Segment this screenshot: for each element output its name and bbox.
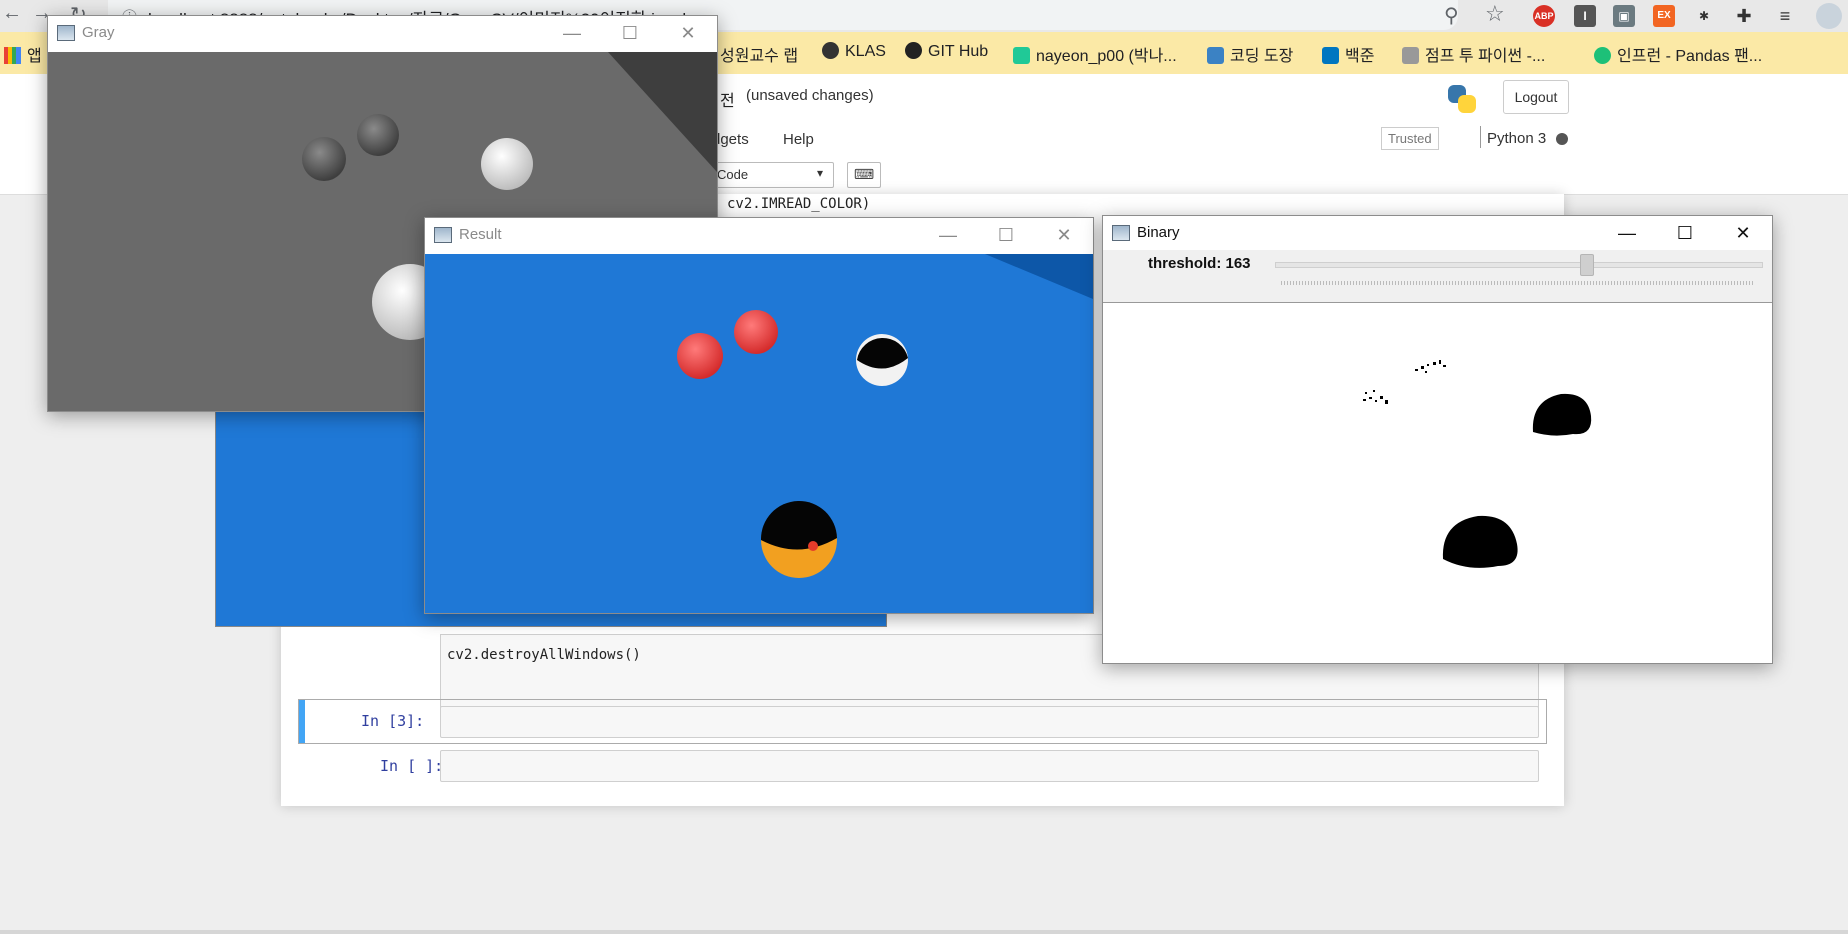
python-logo-icon	[1446, 83, 1478, 115]
trackbar-label: threshold: 163	[1148, 255, 1251, 272]
bookmark-velog[interactable]: nayeon_p00 (박나...	[1013, 42, 1177, 66]
minimize-icon[interactable]: —	[1598, 216, 1656, 250]
extension-ex-icon[interactable]: EX	[1653, 5, 1675, 27]
binary-image	[1103, 304, 1772, 663]
bookmark-klas[interactable]: KLAS	[822, 42, 886, 61]
notebook-title[interactable]: 전	[720, 87, 735, 111]
dojang-icon	[1207, 47, 1224, 64]
trackbar-panel: threshold: 163	[1103, 250, 1772, 303]
close-icon[interactable]: ✕	[1714, 216, 1772, 250]
code-bracket-icon	[1322, 47, 1339, 64]
bookmark-label: KLAS	[845, 43, 886, 60]
close-icon[interactable]: ✕	[659, 16, 717, 50]
github-icon	[905, 42, 922, 59]
bookmark-label: 인프런 - Pandas 팬...	[1617, 48, 1763, 65]
window-title: Gray	[82, 24, 115, 41]
cell-focus-bar	[299, 700, 305, 743]
bookmark-label: 성원교수 랩	[720, 48, 799, 65]
bookmark-github[interactable]: GIT Hub	[905, 42, 988, 61]
bookmark-label: 코딩 도장	[1230, 48, 1294, 65]
kernel-status-icon	[1556, 133, 1568, 145]
bottom-edge	[0, 930, 1848, 934]
reading-list-icon[interactable]: ≡	[1774, 5, 1796, 27]
minimize-icon[interactable]: —	[543, 16, 601, 50]
trackbar-groove[interactable]	[1275, 262, 1763, 268]
cell-type-select[interactable]: Code ▾	[712, 162, 834, 188]
code-cell-input[interactable]	[440, 706, 1539, 738]
code-line: cv2.IMREAD_COLOR)	[727, 196, 871, 212]
cell-prompt: In [3]:	[361, 712, 425, 730]
minimize-icon[interactable]: —	[919, 218, 977, 252]
bookmark-label: GIT Hub	[928, 43, 989, 60]
extension-image-icon[interactable]: ▣	[1613, 5, 1635, 27]
bookmark-baekjoon[interactable]: 백준	[1322, 42, 1374, 66]
kernel-divider	[1480, 126, 1481, 148]
trackbar-ticks	[1281, 281, 1755, 285]
bookmark-wikidocs[interactable]: 점프 투 파이썬 -...	[1402, 42, 1545, 66]
bookmark-label: 점프 투 파이썬 -...	[1425, 48, 1546, 65]
adblock-icon[interactable]: ABP	[1533, 5, 1555, 27]
result-window[interactable]: Result — ☐ ✕	[424, 217, 1094, 614]
code-line: cv2.destroyAllWindows()	[447, 647, 641, 663]
bookmark-lab[interactable]: 성원교수 랩	[720, 42, 798, 66]
window-app-icon	[57, 25, 75, 41]
window-app-icon	[1112, 225, 1130, 241]
maximize-icon[interactable]: ☐	[601, 16, 659, 50]
window-title: Binary	[1137, 224, 1180, 241]
logout-button[interactable]: Logout	[1503, 80, 1569, 114]
ball-shape	[302, 137, 346, 181]
inflearn-icon	[1594, 47, 1611, 64]
window-app-icon	[434, 227, 452, 243]
window-titlebar[interactable]: Binary — ☐ ✕	[1103, 216, 1772, 250]
extension-i-icon[interactable]: I	[1574, 5, 1596, 27]
ball-shape	[481, 138, 533, 190]
maximize-icon[interactable]: ☐	[1656, 216, 1714, 250]
result-image	[425, 254, 1093, 613]
bookmark-codingdojang[interactable]: 코딩 도장	[1207, 42, 1293, 66]
star-icon[interactable]: ☆	[1485, 1, 1505, 27]
extension-paw-icon[interactable]: ✱	[1693, 5, 1715, 27]
keyboard-icon[interactable]: ⌨	[847, 162, 881, 188]
apps-grid-icon	[4, 47, 21, 64]
wikidocs-icon	[1402, 47, 1419, 64]
chevron-down-icon: ▾	[817, 166, 824, 180]
profile-avatar[interactable]	[1816, 3, 1842, 29]
kernel-name: Python 3	[1487, 130, 1547, 147]
bookmark-label: 백준	[1345, 48, 1375, 65]
window-titlebar[interactable]: Gray — ☐ ✕	[48, 16, 717, 50]
close-icon[interactable]: ✕	[1035, 218, 1093, 252]
ball-shape	[357, 114, 399, 156]
bookmark-inflearn[interactable]: 인프런 - Pandas 팬...	[1594, 42, 1762, 66]
cell-prompt: In [ ]:	[380, 757, 444, 775]
window-titlebar[interactable]: Result — ☐ ✕	[425, 218, 1093, 252]
zoom-icon[interactable]: ⚲	[1444, 3, 1459, 28]
binary-window[interactable]: Binary — ☐ ✕ threshold: 163	[1102, 215, 1773, 664]
globe-icon	[822, 42, 839, 59]
ball-shape	[677, 333, 723, 379]
code-cell-input[interactable]	[440, 750, 1539, 782]
window-title: Result	[459, 226, 502, 243]
bookmark-label: nayeon_p00 (박나...	[1036, 48, 1177, 65]
ball-spot-shape	[808, 541, 818, 551]
bookmark-apps[interactable]: 앱	[4, 42, 42, 66]
velog-icon	[1013, 47, 1030, 64]
ball-shape	[734, 310, 778, 354]
puzzle-icon[interactable]: ✚	[1733, 5, 1755, 27]
save-status: (unsaved changes)	[746, 87, 874, 104]
bookmark-label: 앱	[27, 48, 42, 65]
cell-type-value: Code	[717, 167, 749, 182]
trackbar-thumb[interactable]	[1579, 254, 1594, 276]
menu-help[interactable]: Help	[783, 131, 814, 148]
trusted-indicator[interactable]: Trusted	[1381, 127, 1439, 150]
maximize-icon[interactable]: ☐	[977, 218, 1035, 252]
selected-cell[interactable]: In [3]:	[298, 699, 1547, 744]
back-arrow-icon[interactable]: ←	[2, 2, 22, 25]
